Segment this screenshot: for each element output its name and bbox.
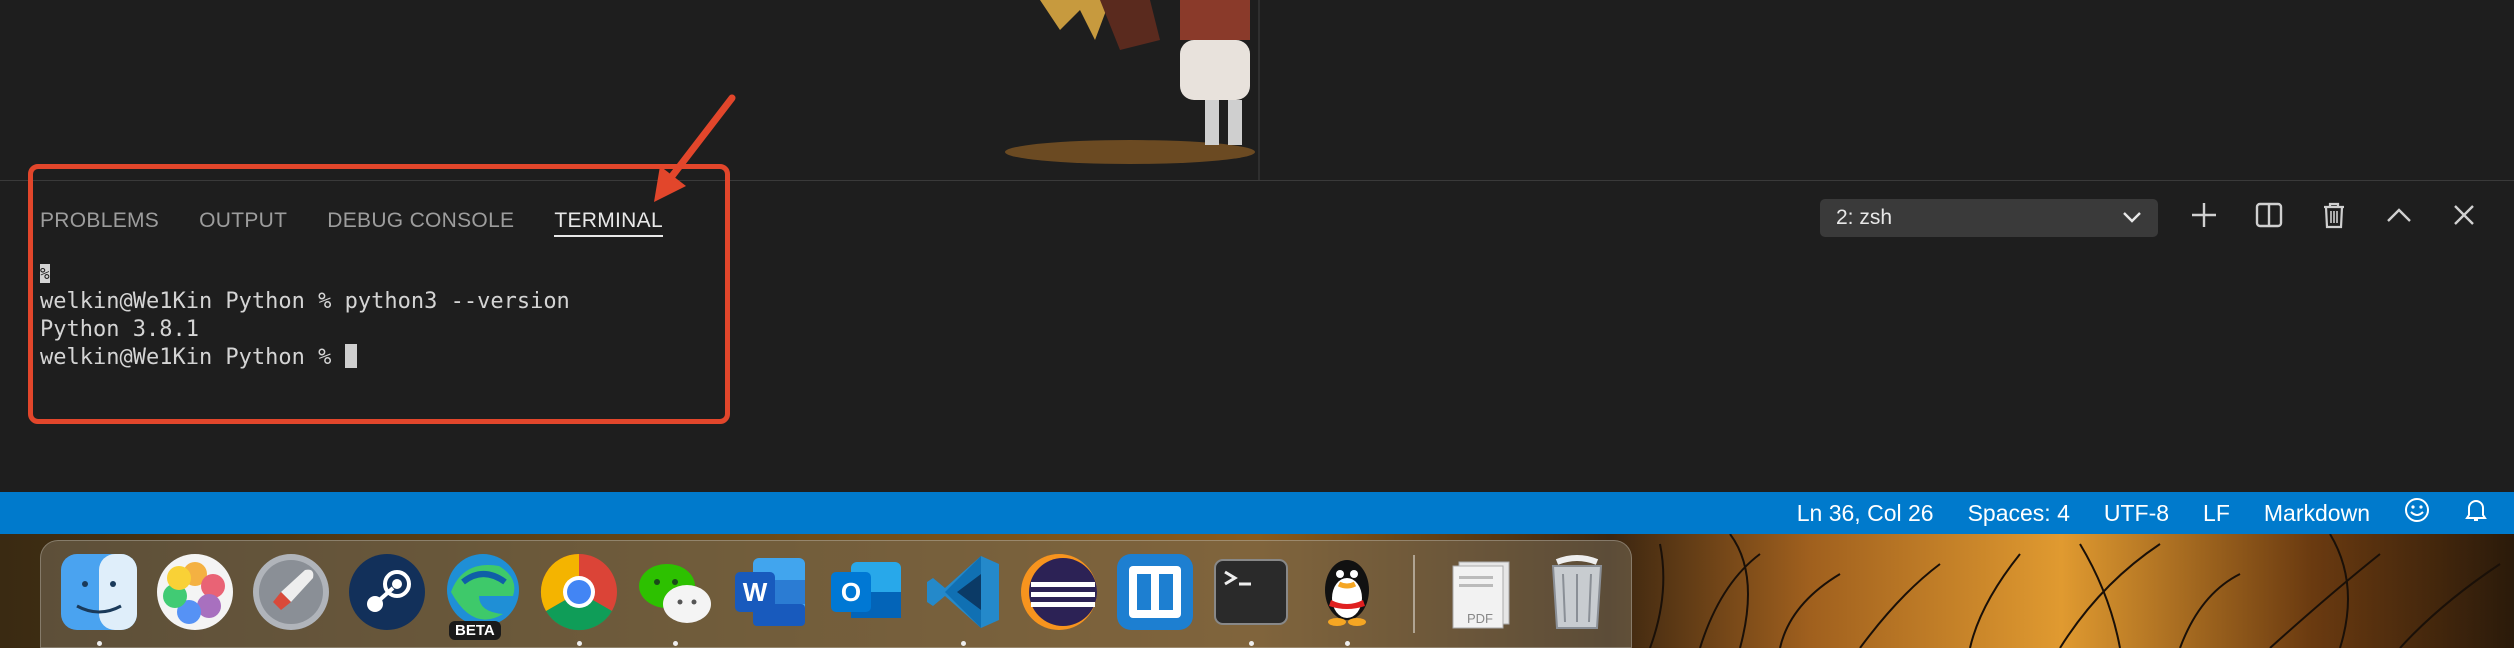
running-indicator [577,641,582,646]
dock-app-finder[interactable] [55,550,143,646]
beta-badge: BETA [449,621,501,640]
preview-image [1000,0,1260,178]
panel-actions [2184,197,2484,237]
terminal-cursor [344,344,357,368]
terminal-output[interactable]: % welkin@We1Kin Python % python3 --versio… [40,259,570,372]
running-indicator [961,641,966,646]
dock-app-photos[interactable] [151,550,239,638]
running-indicator [1345,641,1350,646]
feedback-button[interactable] [2404,497,2430,529]
dock-app-word[interactable]: W [727,550,815,638]
status-bar: Ln 36, Col 26 Spaces: 4 UTF-8 LF Markdow… [0,492,2514,534]
svg-text:W: W [743,577,768,607]
trash-icon [2321,201,2347,234]
trash-can-icon [1537,552,1617,637]
dock-app-qq[interactable] [1303,550,1391,646]
bottom-panel: PROBLEMS OUTPUT DEBUG CONSOLE TERMINAL 2… [0,181,2514,492]
editor-split-divider[interactable] [1258,0,1260,180]
dock: BETA W O PDF [40,540,1632,648]
chevron-up-icon [2386,206,2412,229]
word-icon: W [731,552,811,637]
chrome-icon [539,552,619,637]
running-indicator [1249,641,1254,646]
split-icon [2255,201,2283,234]
encoding-setting[interactable]: UTF-8 [2104,500,2169,527]
running-indicator [97,641,102,646]
notifications-button[interactable] [2464,497,2488,529]
dock-app-edge-beta[interactable]: BETA [439,550,527,640]
tab-terminal[interactable]: TERMINAL [554,205,663,237]
dock-app-eclipse[interactable] [1015,550,1103,638]
terminal-line: % [40,264,50,283]
dock-app-mosaic[interactable] [1111,550,1199,638]
indentation-setting[interactable]: Spaces: 4 [1968,500,2070,527]
terminal-prompt-line: welkin@We1Kin Python % [40,344,570,372]
kill-terminal-button[interactable] [2314,197,2354,237]
eclipse-icon [1019,552,1099,637]
cursor-position[interactable]: Ln 36, Col 26 [1797,500,1934,527]
maximize-panel-button[interactable] [2379,197,2419,237]
dock-app-chrome[interactable] [535,550,623,646]
running-indicator [673,641,678,646]
close-panel-button[interactable] [2444,197,2484,237]
dock-app-wechat[interactable] [631,550,719,646]
dock-app-outlook[interactable]: O [823,550,911,638]
terminal-selector[interactable]: 2: zsh [1820,199,2158,237]
plus-icon [2190,201,2218,234]
tab-output[interactable]: OUTPUT [199,205,287,245]
chevron-down-icon [2122,206,2142,230]
terminal-line: welkin@We1Kin Python % python3 --version [40,289,570,314]
smiley-icon [2404,497,2430,529]
finder-icon [59,552,139,637]
terminal-selector-value: 2: zsh [1836,206,1893,229]
vscode-icon [923,552,1003,637]
tab-problems[interactable]: PROBLEMS [40,205,159,245]
mosaic-icon [1115,552,1195,637]
new-terminal-button[interactable] [2184,197,2224,237]
steam-icon [347,552,427,637]
photos-icon [155,552,235,637]
panel-tabs: PROBLEMS OUTPUT DEBUG CONSOLE TERMINAL [40,205,663,245]
svg-text:O: O [841,577,861,607]
qq-icon [1307,552,1387,637]
dock-app-steam[interactable] [343,550,431,638]
close-icon [2453,204,2475,231]
terminal-icon [1211,552,1291,637]
outlook-icon: O [827,552,907,637]
dock-separator [1413,555,1415,633]
split-terminal-button[interactable] [2249,197,2289,237]
terminal-line: Python 3.8.1 [40,317,199,342]
pdf-label: PDF [1467,611,1493,626]
bell-icon [2464,497,2488,529]
dock-app-terminal[interactable] [1207,550,1295,646]
editor-area [0,0,2514,180]
dock-app-trash[interactable] [1533,550,1621,638]
dock-stack-documents[interactable]: PDF [1437,550,1525,638]
language-mode[interactable]: Markdown [2264,500,2370,527]
dock-app-launchpad[interactable] [247,550,335,638]
dock-app-vscode[interactable] [919,550,1007,646]
tab-debug-console[interactable]: DEBUG CONSOLE [327,205,514,245]
wechat-icon [635,552,715,637]
rocket-icon [251,552,331,637]
eol-setting[interactable]: LF [2203,500,2230,527]
wallpaper-grass [1649,534,2501,648]
